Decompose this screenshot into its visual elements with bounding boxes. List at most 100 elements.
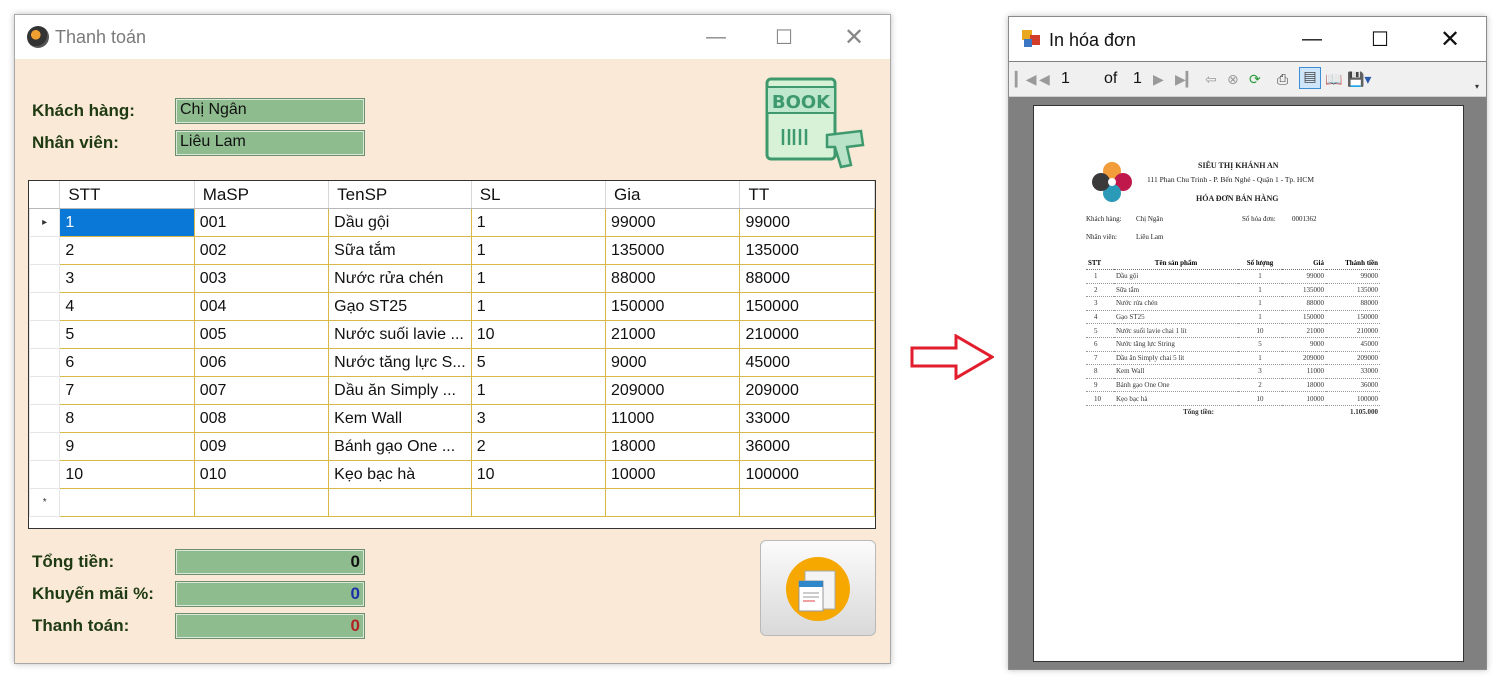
table-cell[interactable]: 4 xyxy=(59,292,195,321)
col-header-stt[interactable]: STT xyxy=(59,181,195,209)
table-cell[interactable]: 5 xyxy=(59,320,195,349)
table-row[interactable]: ▸ 1 001 Dầu gội 1 99000 99000 xyxy=(28,208,875,237)
page-current-input[interactable]: 1 xyxy=(1061,70,1070,88)
table-row[interactable]: 2 002 Sữa tắm 1 135000 135000 xyxy=(28,236,875,265)
staff-field[interactable]: Liêu Lam xyxy=(175,130,365,156)
table-cell[interactable]: 004 xyxy=(193,292,330,321)
col-header-masp[interactable]: MaSP xyxy=(194,181,330,209)
row-header[interactable] xyxy=(28,432,61,461)
table-cell[interactable]: 1 xyxy=(59,208,195,237)
table-cell[interactable]: 009 xyxy=(193,432,330,461)
minimize-icon[interactable]: — xyxy=(1289,25,1335,53)
col-header-sl[interactable]: SL xyxy=(471,181,606,209)
table-cell[interactable]: 007 xyxy=(193,376,330,405)
table-cell[interactable]: 1 xyxy=(470,376,606,405)
table-cell[interactable] xyxy=(604,488,741,517)
table-cell[interactable]: 003 xyxy=(193,264,330,293)
table-row[interactable]: 9 009 Bánh gạo One ... 2 18000 36000 xyxy=(28,432,875,461)
table-row[interactable]: 4 004 Gạo ST25 1 150000 150000 xyxy=(28,292,875,321)
prev-page-icon[interactable]: ◀ xyxy=(1039,71,1050,88)
table-cell[interactable]: Nước tăng lực S... xyxy=(328,348,472,377)
row-header[interactable]: ▸ xyxy=(28,208,61,237)
table-cell[interactable]: 10 xyxy=(470,460,606,489)
col-header-gia[interactable]: Gia xyxy=(605,181,741,209)
table-cell[interactable]: 100000 xyxy=(739,460,875,489)
table-cell[interactable]: 9 xyxy=(59,432,195,461)
table-cell[interactable]: 18000 xyxy=(604,432,741,461)
table-cell[interactable]: 6 xyxy=(59,348,195,377)
pay-field[interactable]: 0 xyxy=(175,613,365,639)
table-cell[interactable] xyxy=(739,488,875,517)
table-cell[interactable]: 7 xyxy=(59,376,195,405)
table-cell[interactable]: 2 xyxy=(59,236,195,265)
table-row[interactable]: 8 008 Kem Wall 3 11000 33000 xyxy=(28,404,875,433)
print-layout-icon[interactable]: ▤ xyxy=(1299,67,1321,89)
new-row[interactable]: * xyxy=(28,488,875,517)
refresh-icon[interactable]: ⟳ xyxy=(1249,71,1261,88)
row-header[interactable] xyxy=(28,292,61,321)
close-icon[interactable]: ✕ xyxy=(1427,25,1473,53)
row-header[interactable] xyxy=(28,404,61,433)
new-row-marker[interactable]: * xyxy=(28,488,61,517)
discount-field[interactable]: 0 xyxy=(175,581,365,607)
table-row[interactable]: 6 006 Nước tăng lực S... 5 9000 45000 xyxy=(28,348,875,377)
title-bar-2[interactable]: In hóa đơn — ☐ ✕ xyxy=(1009,17,1486,61)
table-cell[interactable]: 88000 xyxy=(604,264,741,293)
export-icon[interactable]: 💾▾ xyxy=(1347,71,1371,88)
table-row[interactable]: 3 003 Nước rửa chén 1 88000 88000 xyxy=(28,264,875,293)
table-cell[interactable] xyxy=(193,488,330,517)
table-cell[interactable]: 135000 xyxy=(739,236,875,265)
next-page-icon[interactable]: ▶ xyxy=(1153,71,1164,88)
table-cell[interactable]: 8 xyxy=(59,404,195,433)
table-cell[interactable]: 1 xyxy=(470,236,606,265)
table-cell[interactable]: 002 xyxy=(193,236,330,265)
row-header[interactable] xyxy=(28,236,61,265)
table-cell[interactable]: Gạo ST25 xyxy=(328,292,472,321)
table-cell[interactable]: 135000 xyxy=(604,236,741,265)
row-header[interactable] xyxy=(28,460,61,489)
table-cell[interactable]: 008 xyxy=(193,404,330,433)
col-header-tt[interactable]: TT xyxy=(739,181,875,209)
products-grid[interactable]: STT MaSP TenSP SL Gia TT ▸ 1 001 Dầu gội 1 99… xyxy=(28,180,876,529)
table-cell[interactable]: 209000 xyxy=(604,376,741,405)
row-header[interactable] xyxy=(28,264,61,293)
table-cell[interactable]: 9000 xyxy=(604,348,741,377)
table-row[interactable]: 10 010 Kẹo bạc hà 10 10000 100000 xyxy=(28,460,875,489)
table-cell[interactable]: 210000 xyxy=(739,320,875,349)
table-cell[interactable] xyxy=(470,488,606,517)
row-header[interactable] xyxy=(28,320,61,349)
table-cell[interactable]: 36000 xyxy=(739,432,875,461)
print-invoice-button[interactable] xyxy=(760,540,876,636)
table-cell[interactable]: 99000 xyxy=(739,208,875,237)
table-cell[interactable] xyxy=(328,488,472,517)
table-cell[interactable]: Sữa tắm xyxy=(328,236,472,265)
table-cell[interactable]: 21000 xyxy=(604,320,741,349)
table-cell[interactable]: 33000 xyxy=(739,404,875,433)
stop-icon[interactable]: ⊗ xyxy=(1227,71,1239,88)
table-cell[interactable]: 3 xyxy=(59,264,195,293)
table-row[interactable]: 5 005 Nước suối lavie ... 10 21000 210000 xyxy=(28,320,875,349)
table-cell[interactable]: 3 xyxy=(470,404,606,433)
back-icon[interactable]: ⇦ xyxy=(1205,71,1217,88)
table-cell[interactable] xyxy=(59,488,195,517)
toolbar-overflow-icon[interactable]: ▾ xyxy=(1475,82,1479,91)
table-cell[interactable]: 2 xyxy=(470,432,606,461)
table-cell[interactable]: 5 xyxy=(470,348,606,377)
table-cell[interactable]: 10 xyxy=(470,320,606,349)
table-cell[interactable]: 11000 xyxy=(604,404,741,433)
col-header-tensp[interactable]: TenSP xyxy=(328,181,472,209)
table-cell[interactable]: Nước suối lavie ... xyxy=(328,320,472,349)
table-cell[interactable]: 1 xyxy=(470,264,606,293)
page-setup-icon[interactable]: 📖 xyxy=(1325,71,1342,88)
table-cell[interactable]: Nước rửa chén xyxy=(328,264,472,293)
table-cell[interactable]: 45000 xyxy=(739,348,875,377)
table-cell[interactable]: 006 xyxy=(193,348,330,377)
total-field[interactable]: 0 xyxy=(175,549,365,575)
table-cell[interactable]: 150000 xyxy=(739,292,875,321)
row-header[interactable] xyxy=(28,348,61,377)
maximize-icon[interactable]: ☐ xyxy=(761,23,807,51)
maximize-icon[interactable]: ☐ xyxy=(1357,25,1403,53)
table-cell[interactable]: 001 xyxy=(193,208,330,237)
table-cell[interactable]: Kem Wall xyxy=(328,404,472,433)
table-cell[interactable]: 1 xyxy=(470,292,606,321)
